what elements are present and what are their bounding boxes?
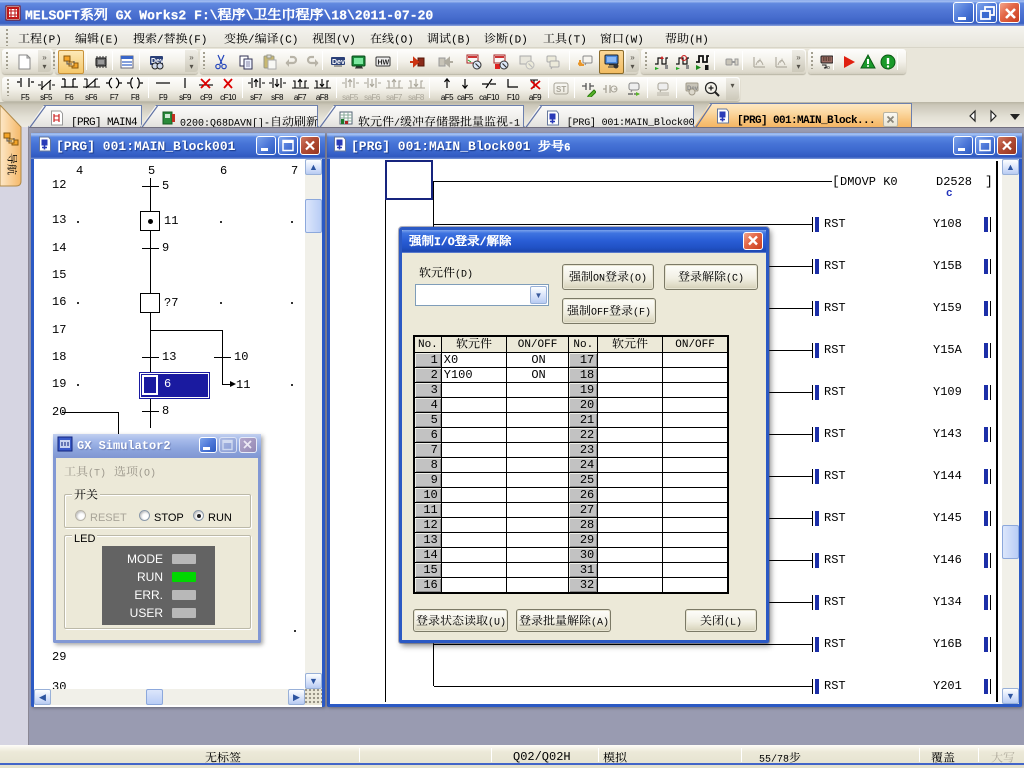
svg-text:A: A xyxy=(758,59,762,65)
svg-text:Dev: Dev xyxy=(332,59,345,66)
svg-text:A: A xyxy=(780,59,784,65)
svg-text:ST: ST xyxy=(556,85,566,94)
svg-text:HW: HW xyxy=(378,59,390,66)
svg-text:o: o xyxy=(827,65,830,70)
